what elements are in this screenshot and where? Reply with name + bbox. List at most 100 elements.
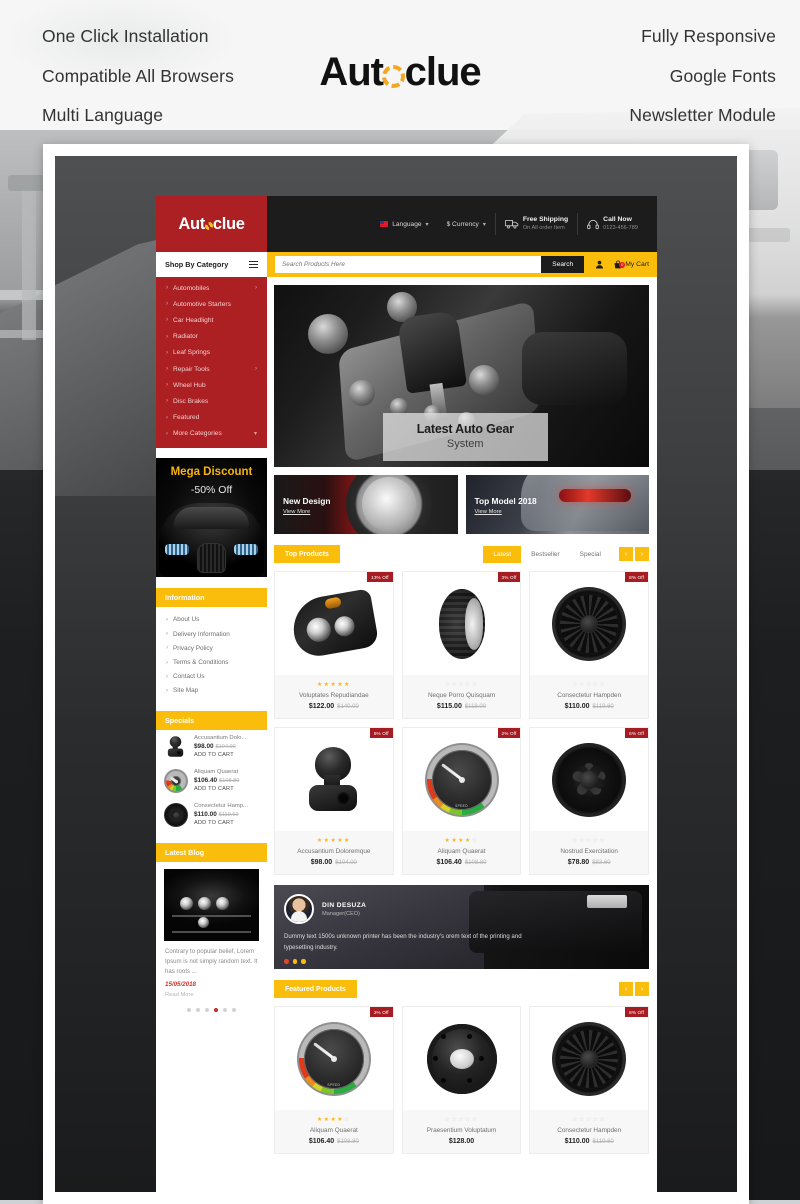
sidebar-item-repair-tools[interactable]: › Repair Tools › — [156, 361, 267, 377]
carousel-dot[interactable] — [196, 1008, 200, 1013]
link-delivery-information[interactable]: › Delivery Information — [156, 627, 267, 641]
information-links: › About Us › Delivery Information › Privacy… — [156, 607, 267, 700]
list-item[interactable]: Aliquam Quaerat $106.40 $108.80 ADD TO CA… — [156, 764, 267, 798]
product-image: SPEED — [402, 728, 521, 831]
carousel-dot[interactable] — [187, 1008, 191, 1013]
rating-stars: ★★★★☆ — [316, 1117, 351, 1123]
sidebar-promo-banner[interactable]: Mega Discount -50% Off — [156, 457, 267, 577]
product-card[interactable]: 13% Off ★★★★★ Voluptates Repudiandae $12… — [274, 571, 394, 719]
next-button[interactable]: › — [635, 982, 649, 996]
product-name: Consectetur Hampden — [557, 692, 622, 699]
promo-new-design[interactable]: New Design View More — [274, 475, 458, 534]
testimonial-role: Manager(CEO) — [322, 910, 360, 917]
blog-image[interactable] — [164, 869, 259, 941]
sidebar-item-radiator[interactable]: › Radiator — [156, 329, 267, 345]
promo-view-more-link[interactable]: View More — [283, 509, 310, 515]
chevron-right-icon: › — [166, 301, 168, 308]
add-to-cart-button[interactable]: ADD TO CART — [194, 752, 258, 758]
link-label: About Us — [173, 616, 200, 624]
blog-read-more-link[interactable]: Read More — [156, 988, 267, 998]
product-card[interactable]: 3% Off ☆☆☆☆☆ Neque Porro Quisquam $115.0… — [401, 571, 522, 719]
carousel-dot[interactable] — [301, 959, 306, 964]
headlight-art — [288, 587, 380, 661]
product-card[interactable]: 6% Off ☆☆☆☆☆ Nostrud Exercitation $78.80… — [529, 727, 650, 875]
testimonial-name: DIN DESUZA — [322, 901, 367, 909]
sidebar-item-wheel-hub[interactable]: › Wheel Hub — [156, 377, 267, 393]
product-image — [530, 1007, 649, 1110]
product-card[interactable]: 2% Off SPEED ★★★★☆ Aliquam Quaerat $106.… — [274, 1006, 394, 1154]
link-label: Terms & Conditions — [173, 659, 229, 667]
next-button[interactable]: › — [635, 547, 649, 561]
chevron-right-icon: › — [166, 285, 168, 292]
site-logo[interactable]: Aut clue — [156, 196, 267, 252]
car-body-illustration — [520, 475, 649, 531]
sidebar-item-automotive-starters[interactable]: › Automotive Starters — [156, 296, 267, 312]
gear-knob-art — [164, 735, 184, 757]
link-contact-us[interactable]: › Contact Us — [156, 670, 267, 684]
specials-list: Accusantium Dolo... $98.00 $104.00 ADD TO… — [156, 730, 267, 832]
currency-selector[interactable]: $ Currency ▾ — [438, 221, 495, 228]
product-image — [530, 572, 649, 675]
testimonial-carousel-dots[interactable] — [274, 953, 649, 964]
product-card[interactable]: 2% Off SPEED ★★★★☆ Aliquam Quaerat $106.… — [401, 727, 522, 875]
tab-latest[interactable]: Latest — [483, 545, 522, 563]
tab-special[interactable]: Special — [570, 546, 611, 563]
sidebar-item-automobiles[interactable]: › Automobiles › — [156, 280, 267, 296]
account-button[interactable] — [584, 260, 613, 269]
product-name: Nostrud Exercitation — [560, 848, 618, 855]
rating-stars: ☆☆☆☆☆ — [444, 1117, 479, 1123]
product-card[interactable]: 8% Off ☆☆☆☆☆ Consectetur Hampden $110.00… — [529, 1006, 650, 1154]
carousel-dot-active[interactable] — [284, 959, 289, 964]
product-price: $106.40 — [436, 859, 462, 866]
cart-button[interactable]: 0 My Cart — [613, 260, 657, 270]
hero-feature: Fully Responsive — [641, 26, 776, 46]
add-to-cart-button[interactable]: ADD TO CART — [194, 786, 258, 792]
promo-view-more-link[interactable]: View More — [475, 509, 502, 515]
hero-slider[interactable]: Latest Auto Gear System — [274, 285, 649, 467]
product-image — [402, 572, 521, 675]
search-input[interactable] — [275, 256, 542, 273]
add-to-cart-button[interactable]: ADD TO CART — [194, 820, 258, 826]
tire-art — [425, 587, 499, 661]
promo-top-model[interactable]: Top Model 2018 View More — [465, 475, 649, 534]
carousel-dot[interactable] — [223, 1008, 227, 1013]
tab-bestseller[interactable]: Bestseller — [521, 546, 570, 563]
link-about-us[interactable]: › About Us — [156, 613, 267, 627]
prev-button[interactable]: ‹ — [619, 982, 633, 996]
shipping-subtitle: On All order Item — [522, 224, 565, 231]
link-privacy-policy[interactable]: › Privacy Policy — [156, 641, 267, 655]
chevron-right-icon: › — [255, 366, 257, 373]
product-card[interactable]: 6% Off ★★★★★ Accusantium Doloremque $98.… — [274, 727, 394, 875]
sidebar-item-featured[interactable]: › Featured — [156, 410, 267, 426]
car-grille — [196, 542, 227, 573]
carousel-dot[interactable] — [232, 1008, 236, 1013]
list-item[interactable]: Consectetur Hamp... $110.00 $119.60 ADD T… — [156, 798, 267, 832]
sidebar-item-car-headlight[interactable]: › Car Headlight — [156, 312, 267, 328]
discount-badge: 6% Off — [369, 728, 393, 738]
sidebar-item-more-categories[interactable]: › More Categories ▾ — [156, 426, 267, 442]
prev-button[interactable]: ‹ — [619, 547, 633, 561]
product-card[interactable]: ☆☆☆☆☆ Praesentium Voluptatum $128.00 — [401, 1006, 522, 1154]
shop-by-category-toggle[interactable]: Shop By Category — [156, 252, 267, 277]
blog-carousel-dots[interactable] — [156, 998, 267, 1024]
search-button[interactable]: Search — [541, 256, 585, 273]
carousel-dot[interactable] — [292, 959, 297, 964]
sidebar-item-disc-brakes[interactable]: › Disc Brakes — [156, 393, 267, 409]
information-widget: Information › About Us › Delivery Informat… — [156, 587, 267, 700]
sidebar-item-leaf-springs[interactable]: › Leaf Springs — [156, 345, 267, 361]
carousel-arrows: ‹ › — [619, 982, 649, 996]
list-item[interactable]: Accusantium Dolo... $98.00 $104.00 ADD TO… — [156, 730, 267, 764]
specials-widget: Specials Accusantium Dolo... $98.00 $104… — [156, 711, 267, 832]
link-site-map[interactable]: › Site Map — [156, 684, 267, 698]
website-preview: Aut clue Language ▾ $ Currency ▾ Free Sh… — [156, 196, 657, 1192]
rim-art — [552, 1021, 627, 1096]
dial-knob — [307, 314, 348, 355]
carousel-dot[interactable] — [205, 1008, 209, 1013]
link-terms-conditions[interactable]: › Terms & Conditions — [156, 655, 267, 669]
carousel-dot-active[interactable] — [214, 1008, 218, 1013]
product-card[interactable]: 8% Off ☆☆☆☆☆ Consectetur Hampden $110.00… — [529, 571, 650, 719]
product-image — [402, 1007, 521, 1110]
category-label: More Categories — [173, 430, 222, 438]
language-selector[interactable]: Language ▾ — [371, 221, 437, 228]
product-info: ★★★★★ Accusantium Doloremque $98.00 $104.… — [275, 831, 393, 874]
